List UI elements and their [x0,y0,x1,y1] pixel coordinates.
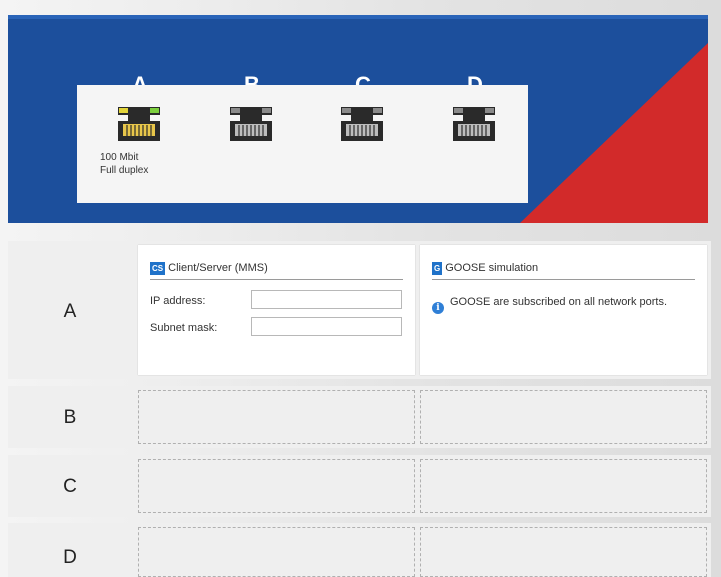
ethernet-port-b-icon[interactable] [228,105,274,143]
port-row-b: B [8,386,711,448]
ip-address-label: IP address: [150,295,206,307]
goose-header: G GOOSE simulation [432,260,538,276]
row-letter-a: A [63,301,77,322]
row-letter-c: C [63,476,77,497]
client-server-title: Client/Server (MMS) [168,262,268,274]
port-a-speed: 100 Mbit [100,152,139,163]
client-server-card: CS Client/Server (MMS) IP address: Subne… [138,245,415,375]
row-letter-d: D [63,547,77,568]
port-a-status: 100 Mbit Full duplex [100,151,148,177]
port-status-banner: A B C D [8,15,708,223]
goose-divider [432,279,695,280]
ports-panel: 100 Mbit Full duplex [77,85,528,203]
client-server-header: CS Client/Server (MMS) [150,260,268,276]
ethernet-port-d-icon[interactable] [451,105,497,143]
port-a-duplex: Full duplex [100,165,149,176]
subnet-mask-input[interactable] [251,317,402,336]
goose-info-text: GOOSE are subscribed on all network port… [450,296,668,308]
ip-address-input[interactable] [251,290,402,309]
row-c-right-drop-slot[interactable] [420,459,707,513]
goose-title: GOOSE simulation [445,262,539,274]
row-letter-b: B [63,407,77,428]
subnet-mask-label: Subnet mask: [150,322,218,334]
client-server-badge: CS [150,261,166,275]
row-c-left-drop-slot[interactable] [138,459,415,513]
goose-simulation-card: G GOOSE simulation i GOOSE are subscribe… [420,245,707,375]
info-icon: i [432,297,444,315]
ethernet-port-a-icon[interactable] [116,105,162,143]
row-b-right-drop-slot[interactable] [420,390,707,444]
port-row-a: A CS Client/Server (MMS) IP address: Sub… [8,241,711,379]
row-b-left-drop-slot[interactable] [138,390,415,444]
port-row-c: C [8,455,711,517]
row-d-left-drop-slot[interactable] [138,527,415,577]
ethernet-port-c-icon[interactable] [339,105,385,143]
goose-badge: G [432,261,443,275]
client-server-divider [150,279,403,280]
port-row-d: D [8,523,711,577]
row-d-right-drop-slot[interactable] [420,527,707,577]
